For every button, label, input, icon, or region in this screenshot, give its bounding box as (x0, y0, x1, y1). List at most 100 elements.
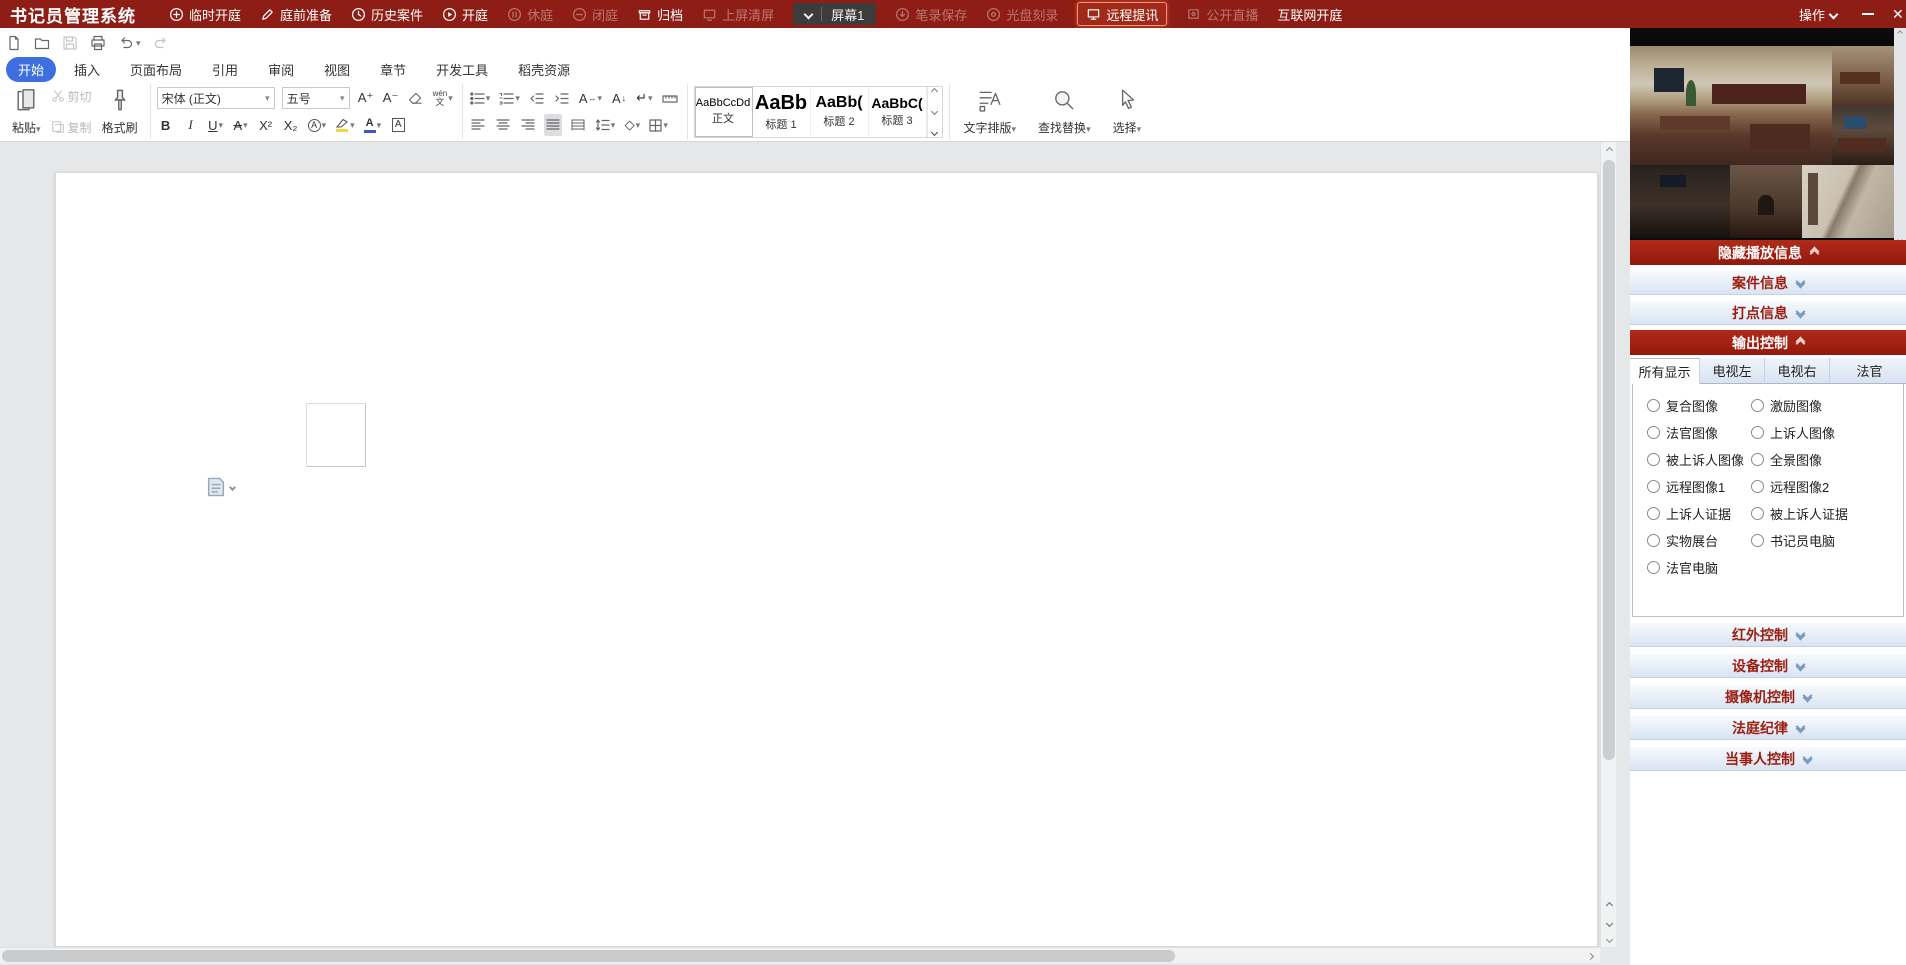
vertical-scroll-thumb[interactable] (1603, 160, 1615, 760)
scroll-down-button[interactable] (1601, 931, 1617, 947)
tab-section[interactable]: 章节 (368, 57, 418, 82)
bullet-list-button[interactable]: ▾ (469, 87, 492, 109)
close-button[interactable]: ✕ (1892, 6, 1906, 23)
menu-pretrial-prep[interactable]: 庭前准备 (260, 2, 332, 26)
borders-button[interactable]: ▾ (648, 114, 669, 136)
panel-output-control[interactable]: 输出控制 (1630, 330, 1906, 355)
panel-mark-info[interactable]: 打点信息 (1630, 300, 1906, 325)
vertical-scrollbar[interactable] (1600, 142, 1616, 947)
font-color-button[interactable]: A▾ (363, 114, 383, 136)
panel-device-control[interactable]: 设备控制 (1630, 653, 1906, 678)
align-left-button[interactable] (469, 114, 487, 136)
font-size-combo[interactable]: 五号▾ (282, 87, 350, 109)
radio-composite-image[interactable]: 复合图像 (1647, 396, 1751, 415)
video-scrollbar[interactable] (1894, 28, 1906, 245)
previous-page-button[interactable] (1601, 897, 1617, 913)
style-heading-2[interactable]: AaBb( 标题 2 (811, 87, 869, 137)
tab-view[interactable]: 视图 (312, 57, 362, 82)
radio-object-presenter[interactable]: 实物展台 (1647, 531, 1751, 550)
tab-home[interactable]: 开始 (6, 57, 56, 82)
scroll-right-button[interactable] (1582, 948, 1598, 964)
find-replace-button[interactable]: 查找替换▾ (1030, 86, 1099, 138)
paste-options-popup[interactable] (206, 476, 235, 498)
radio-remote-image-2[interactable]: 远程图像2 (1751, 477, 1903, 496)
output-tab-tv-right[interactable]: 电视右 (1765, 358, 1830, 384)
tab-review[interactable]: 审阅 (256, 57, 306, 82)
menu-open-court[interactable]: 开庭 (442, 2, 488, 26)
horizontal-scroll-thumb[interactable] (2, 950, 1175, 962)
style-heading-3[interactable]: AaBbC( 标题 3 (869, 87, 927, 137)
clear-format-button[interactable] (407, 87, 425, 109)
menu-history-cases[interactable]: 历史案件 (351, 2, 423, 26)
gallery-scroll-up-icon[interactable] (931, 87, 938, 94)
phonetic-guide-button[interactable]: wén文▾ (432, 87, 454, 109)
menu-remote-interrogation[interactable]: 远程提讯 (1077, 2, 1167, 26)
radio-remote-image-1[interactable]: 远程图像1 (1647, 477, 1751, 496)
font-family-combo[interactable]: 宋体 (正文)▾ (157, 87, 275, 109)
copy-button[interactable]: 复制 (51, 119, 92, 136)
menu-archive[interactable]: 归档 (637, 2, 683, 26)
radio-appellant-image[interactable]: 上诉人图像 (1751, 423, 1903, 442)
align-right-button[interactable] (519, 114, 537, 136)
shrink-font-button[interactable]: A⁻ (382, 87, 400, 109)
distribute-text-button[interactable] (569, 114, 587, 136)
cut-button[interactable]: 剪切 (51, 88, 92, 105)
tab-insert[interactable]: 插入 (62, 57, 112, 82)
tab-references[interactable]: 引用 (200, 57, 250, 82)
output-tab-all-displays[interactable]: 所有显示 (1630, 358, 1700, 384)
paragraph-mark-button[interactable]: ↵▾ (635, 87, 653, 109)
radio-judge-image[interactable]: 法官图像 (1647, 423, 1751, 442)
save-button[interactable] (62, 35, 78, 51)
scroll-up-button[interactable] (1601, 142, 1617, 158)
radio-incentive-image[interactable]: 激励图像 (1751, 396, 1903, 415)
radio-panorama-image[interactable]: 全景图像 (1751, 450, 1903, 469)
operate-menu[interactable]: 操作 (1799, 2, 1837, 26)
superscript-button[interactable]: X² (257, 114, 275, 136)
undo-caret-icon[interactable]: ▾ (136, 38, 141, 49)
underline-button[interactable]: U▾ (207, 114, 225, 136)
panel-infrared-control[interactable]: 红外控制 (1630, 622, 1906, 647)
style-normal[interactable]: AaBbCcDd 正文 (695, 87, 753, 137)
radio-clerk-computer[interactable]: 书记员电脑 (1751, 531, 1903, 550)
open-file-button[interactable] (34, 35, 50, 51)
align-center-button[interactable] (494, 114, 512, 136)
output-tab-tv-left[interactable]: 电视左 (1700, 358, 1765, 384)
line-spacing-button[interactable]: ▾ (594, 114, 617, 136)
print-button[interactable] (90, 35, 106, 51)
document-page[interactable] (55, 172, 1598, 947)
radio-appellee-evidence[interactable]: 被上诉人证据 (1751, 504, 1903, 523)
typography-button[interactable]: 文字排版▾ (956, 86, 1025, 138)
character-scale-button[interactable]: A↔▾ (578, 87, 603, 109)
enclose-character-button[interactable]: A▾ (307, 114, 328, 136)
horizontal-scrollbar[interactable] (0, 947, 1600, 963)
panel-hide-play-info[interactable]: 隐藏播放信息 (1630, 240, 1906, 265)
gallery-scroll-down-icon[interactable] (931, 108, 938, 115)
next-page-button[interactable] (1601, 915, 1617, 931)
highlight-color-button[interactable]: ▾ (334, 114, 356, 136)
panel-case-info[interactable]: 案件信息 (1630, 270, 1906, 295)
strikethrough-button[interactable]: A▾ (232, 114, 250, 136)
minimize-button[interactable] (1862, 13, 1874, 15)
tab-ruler-button[interactable] (661, 87, 679, 109)
tab-docer-resources[interactable]: 稻壳资源 (506, 57, 582, 82)
undo-button[interactable]: ▾ (118, 35, 141, 51)
sort-button[interactable]: A↓ (610, 87, 628, 109)
character-shading-button[interactable]: A (389, 114, 407, 136)
subscript-button[interactable]: X₂ (282, 114, 300, 136)
panel-party-control[interactable]: 当事人控制 (1630, 746, 1906, 771)
screen-select-dropdown[interactable]: 屏幕1 (793, 3, 876, 25)
tab-developer[interactable]: 开发工具 (424, 57, 500, 82)
style-heading-1[interactable]: AaBb 标题 1 (753, 87, 811, 137)
decrease-indent-button[interactable] (528, 87, 546, 109)
shading-button[interactable]: ◇▾ (623, 114, 641, 136)
grow-font-button[interactable]: A⁺ (357, 87, 375, 109)
paste-button[interactable]: 粘贴▾ (8, 86, 45, 138)
italic-button[interactable]: I (182, 114, 200, 136)
output-tab-judge[interactable]: 法官 (1830, 358, 1906, 384)
radio-appellant-evidence[interactable]: 上诉人证据 (1647, 504, 1751, 523)
select-button[interactable]: 选择▾ (1105, 86, 1150, 138)
tab-page-layout[interactable]: 页面布局 (118, 57, 194, 82)
scroll-up-icon[interactable] (1897, 30, 1903, 36)
new-document-button[interactable] (6, 35, 22, 51)
redo-button[interactable] (153, 35, 169, 51)
